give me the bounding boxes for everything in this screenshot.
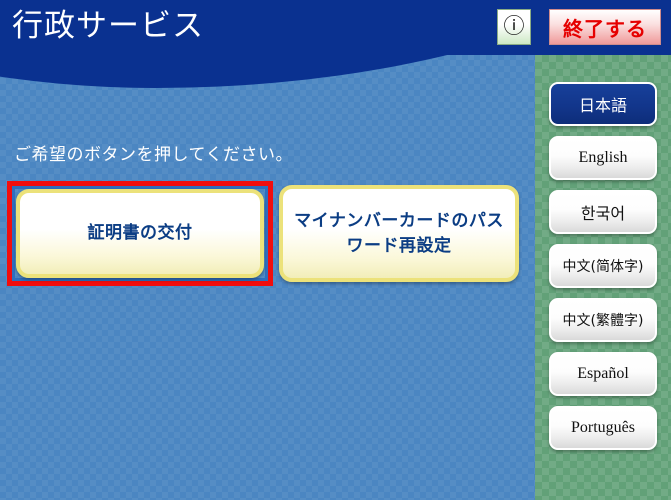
mynumber-password-reset-button[interactable]: マイナンバーカードのパスワード再設定 xyxy=(279,185,519,282)
exit-button[interactable]: 終了する xyxy=(549,9,661,45)
language-button-chinese-simplified[interactable]: 中文(简体字) xyxy=(549,244,657,288)
language-button-chinese-simplified-label: 中文(简体字) xyxy=(562,259,644,275)
language-button-portuguese-label: Português xyxy=(571,419,635,436)
language-button-english-label: English xyxy=(578,149,628,166)
certificate-issue-button[interactable]: 証明書の交付 xyxy=(16,189,264,278)
language-button-chinese-traditional-label: 中文(繁體字) xyxy=(562,313,644,329)
language-button-japanese-label: 日本語 xyxy=(578,96,627,115)
app-header: 行政サービス ⓘ 終了する xyxy=(0,0,671,55)
language-button-chinese-traditional[interactable]: 中文(繁體字) xyxy=(549,298,657,342)
instruction-text: ご希望のボタンを押してください。 xyxy=(14,145,293,164)
language-sidebar: 日本語 English 한국어 中文(简体字) 中文(繁體字) Español … xyxy=(535,48,671,500)
language-button-english[interactable]: English xyxy=(549,136,657,180)
language-button-spanish[interactable]: Español xyxy=(549,352,657,396)
page-title: 行政サービス xyxy=(12,8,204,43)
question-mark-circle-icon: ⓘ xyxy=(503,15,525,38)
language-button-spanish-label: Español xyxy=(577,365,629,382)
kiosk-screen: ご希望のボタンを押してください。 証明書の交付 マイナンバーカードのパスワード再… xyxy=(0,0,671,500)
language-button-korean[interactable]: 한국어 xyxy=(549,190,657,234)
mynumber-password-reset-button-label: マイナンバーカードのパスワード再設定 xyxy=(294,210,504,255)
exit-button-label: 終了する xyxy=(563,18,647,41)
certificate-issue-button-label: 証明書の交付 xyxy=(87,223,193,243)
language-button-korean-label: 한국어 xyxy=(580,204,626,223)
main-content-panel: ご希望のボタンを押してください。 証明書の交付 マイナンバーカードのパスワード再… xyxy=(0,48,535,500)
help-button[interactable]: ⓘ xyxy=(497,9,531,45)
language-button-japanese[interactable]: 日本語 xyxy=(549,82,657,126)
language-button-portuguese[interactable]: Português xyxy=(549,406,657,450)
